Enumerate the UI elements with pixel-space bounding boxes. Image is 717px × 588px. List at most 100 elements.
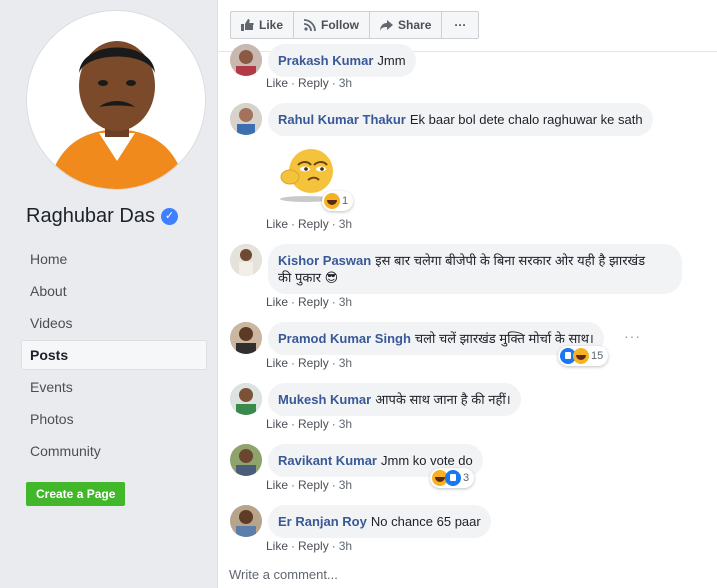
comments-section: Prakash Kumar Jmm Like · Reply · 3h Rahul Kum…	[218, 44, 717, 588]
reaction-summary-badge[interactable]: 1	[322, 191, 354, 211]
nav-item-about[interactable]: About	[21, 276, 207, 306]
nav-item-community[interactable]: Community	[21, 436, 207, 466]
comment-author[interactable]: Mukesh Kumar	[278, 392, 371, 407]
avatar[interactable]	[230, 444, 262, 476]
avatar[interactable]	[230, 383, 262, 415]
like-page-button[interactable]: Like	[231, 12, 295, 38]
avatar[interactable]	[230, 244, 262, 276]
avatar-photo	[230, 505, 262, 537]
comment-reply-link[interactable]: Reply	[298, 478, 329, 492]
comment-bubble: Rahul Kumar Thakur Ek baar bol dete chalo…	[268, 103, 653, 136]
comment-bubble: Mukesh Kumar आपके साथ जाना है की नहीं।	[268, 383, 521, 416]
comment-text: Jmm	[377, 53, 406, 68]
comment-meta: Like · Reply · 3h	[266, 76, 353, 90]
nav-item-home[interactable]: Home	[21, 244, 207, 274]
more-dots-icon: ···	[454, 18, 467, 32]
avatar[interactable]	[230, 505, 262, 537]
comment-meta: Like · Reply · 3h	[266, 478, 353, 492]
comment-like-link[interactable]: Like	[266, 217, 288, 231]
comment-timestamp[interactable]: 3h	[339, 356, 352, 370]
comment-text: Ek baar bol dete chalo raghuwar ke sath	[409, 112, 643, 127]
page-nav: Home About Videos Posts Events Photos Co…	[21, 244, 207, 468]
comment-like-link[interactable]: Like	[266, 539, 288, 553]
comment-meta: Like · Reply · 3h	[266, 295, 353, 309]
follow-label: Follow	[321, 18, 360, 32]
verified-badge-icon: ✓	[160, 208, 178, 225]
comment-meta: Like · Reply · 3h	[266, 356, 353, 370]
comment-timestamp[interactable]: 3h	[339, 417, 352, 431]
comment-bubble: Kishor Paswan इस बार चलेगा बीजेपी के बिना…	[268, 244, 682, 294]
haha-reaction-icon	[573, 348, 589, 364]
comment-meta: Like · Reply · 3h	[266, 539, 353, 553]
avatar-photo	[230, 322, 262, 354]
comment-timestamp[interactable]: 3h	[339, 539, 352, 553]
page-name-row: Raghubar Das ✓	[26, 205, 178, 228]
comment-author[interactable]: Er Ranjan Roy	[278, 514, 367, 529]
comment-text: आपके साथ जाना है की नहीं।	[375, 392, 511, 407]
avatar[interactable]	[230, 44, 262, 76]
action-button-group: Like Follow Share ···	[230, 11, 480, 39]
write-comment-input[interactable]: Write a comment...	[229, 567, 338, 582]
reaction-count: 15	[591, 350, 604, 362]
page-name[interactable]: Raghubar Das	[26, 205, 155, 228]
follow-button[interactable]: Follow	[294, 12, 371, 38]
comment-reply-link[interactable]: Reply	[298, 76, 329, 90]
reaction-summary-badge[interactable]: 3	[430, 468, 475, 488]
comment-meta: Like · Reply · 3h	[266, 217, 353, 231]
avatar[interactable]	[230, 322, 262, 354]
comment-timestamp[interactable]: 3h	[339, 295, 352, 309]
avatar-photo	[230, 103, 262, 135]
nav-item-photos[interactable]: Photos	[21, 404, 207, 434]
create-page-button[interactable]: Create a Page	[26, 482, 126, 506]
avatar-photo	[230, 444, 262, 476]
like-page-label: Like	[259, 18, 284, 32]
comment-timestamp[interactable]: 3h	[339, 76, 352, 90]
comment-bubble: Prakash Kumar Jmm	[268, 44, 416, 77]
rss-follow-icon	[304, 19, 316, 31]
comment-text-continued: की पुकार 😎	[278, 270, 339, 285]
haha-reaction-icon	[324, 193, 340, 209]
comment-timestamp[interactable]: 3h	[339, 478, 352, 492]
avatar-photo	[230, 244, 262, 276]
comment-author[interactable]: Rahul Kumar Thakur	[278, 112, 406, 127]
nav-item-events[interactable]: Events	[21, 372, 207, 402]
more-options-button[interactable]: ···	[442, 12, 478, 38]
comment-reply-link[interactable]: Reply	[298, 295, 329, 309]
comment-options-icon[interactable]: ···	[624, 328, 641, 344]
comment-meta: Like · Reply · 3h	[266, 417, 353, 431]
comment-like-link[interactable]: Like	[266, 417, 288, 431]
comment-author[interactable]: Prakash Kumar	[278, 53, 373, 68]
comment-text: No chance 65 paar	[370, 514, 481, 529]
comment-like-link[interactable]: Like	[266, 295, 288, 309]
thumbs-up-icon	[241, 19, 254, 31]
profile-picture[interactable]	[26, 10, 206, 190]
comment-reply-link[interactable]: Reply	[298, 217, 329, 231]
comment-like-link[interactable]: Like	[266, 478, 288, 492]
nav-item-posts[interactable]: Posts	[21, 340, 207, 370]
avatar[interactable]	[230, 103, 262, 135]
comment-like-link[interactable]: Like	[266, 76, 288, 90]
comment-author[interactable]: Pramod Kumar Singh	[278, 331, 411, 346]
comment-like-link[interactable]: Like	[266, 356, 288, 370]
comment-reply-link[interactable]: Reply	[298, 356, 329, 370]
comment-text: इस बार चलेगा बीजेपी के बिना सरकार ओर यही…	[375, 253, 646, 268]
reaction-count: 1	[342, 195, 349, 207]
comment-text: चलो चलें झारखंड मुक्ति मोर्चा के साथ।	[414, 331, 594, 346]
avatar-photo	[230, 44, 262, 76]
left-sidebar: Raghubar Das ✓ Home About Videos Posts E…	[0, 0, 218, 588]
comment-author[interactable]: Kishor Paswan	[278, 253, 371, 268]
comment-timestamp[interactable]: 3h	[339, 217, 352, 231]
nav-item-videos[interactable]: Videos	[21, 308, 207, 338]
reaction-summary-badge[interactable]: 15	[558, 346, 609, 366]
reaction-count: 3	[463, 472, 470, 484]
comment-reply-link[interactable]: Reply	[298, 417, 329, 431]
comment-reply-link[interactable]: Reply	[298, 539, 329, 553]
comment-bubble: Pramod Kumar Singh चलो चलें झारखंड मुक्ति…	[268, 322, 604, 355]
comment-author[interactable]: Ravikant Kumar	[278, 453, 377, 468]
avatar-photo	[230, 383, 262, 415]
like-reaction-icon	[445, 470, 461, 486]
share-label: Share	[398, 18, 432, 32]
comment-text: Jmm ko vote do	[380, 453, 473, 468]
share-arrow-icon	[380, 19, 394, 31]
share-button[interactable]: Share	[370, 12, 443, 38]
